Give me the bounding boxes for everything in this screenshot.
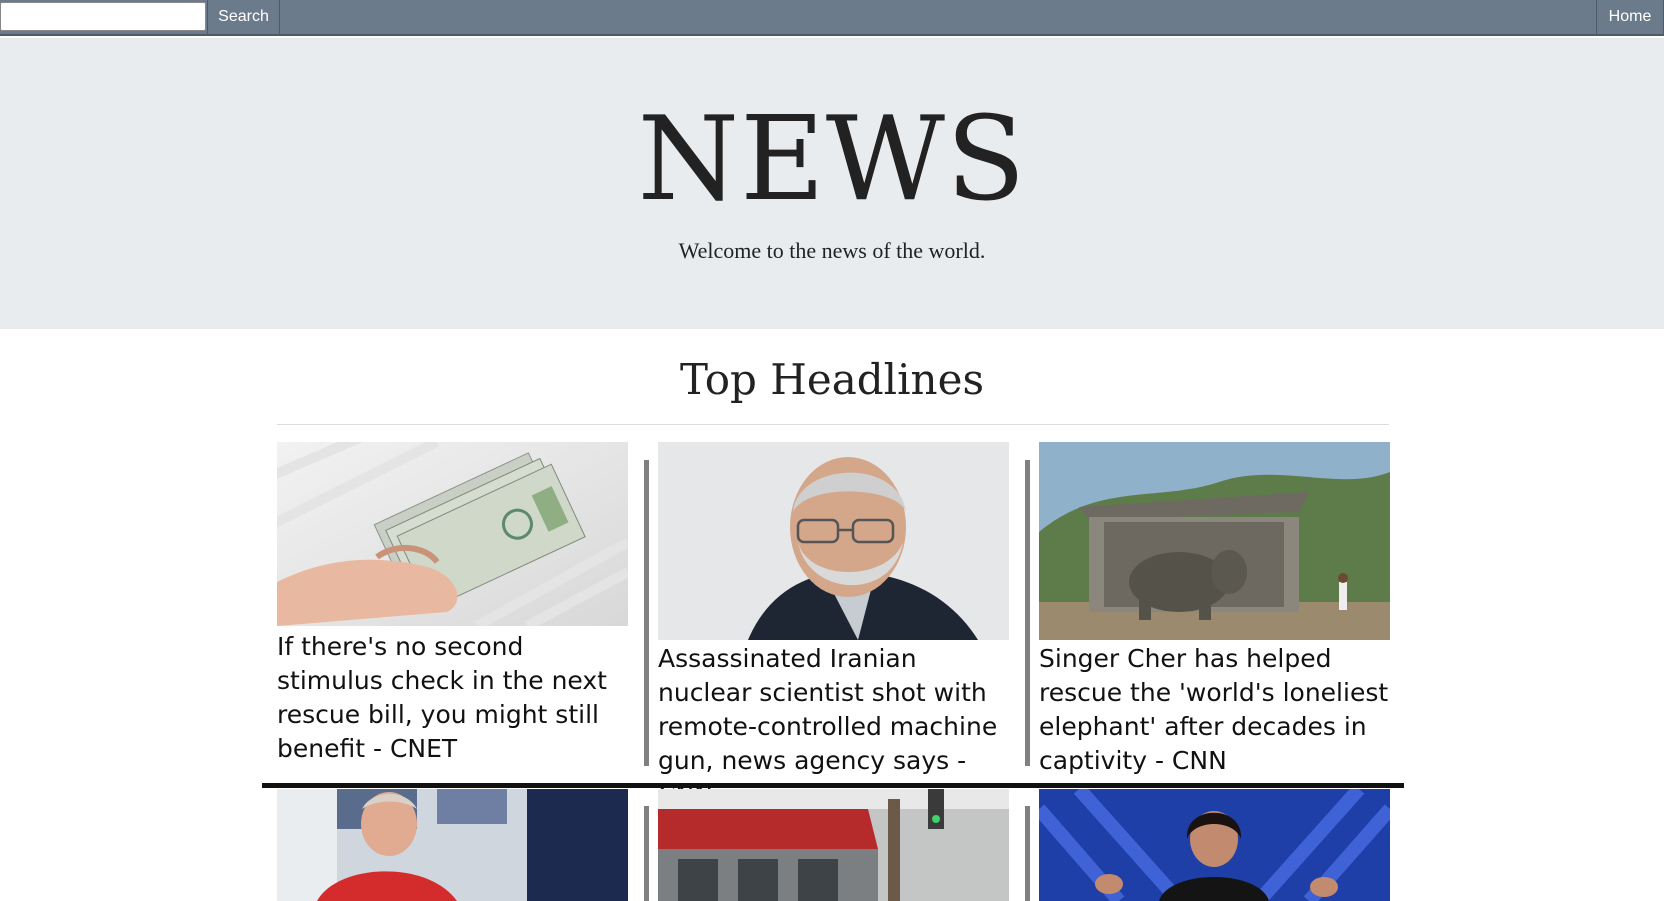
scientist-portrait-photo[interactable] <box>658 442 1009 640</box>
site-subtitle: Welcome to the news of the world. <box>678 238 986 263</box>
home-button[interactable]: Home <box>1596 0 1664 35</box>
article-card[interactable] <box>1039 789 1390 901</box>
article-card[interactable]: Singer Cher has helped rescue the 'world… <box>1039 442 1390 775</box>
storefront-street-photo[interactable] <box>658 789 1009 901</box>
man-red-shirt-photo[interactable] <box>277 789 628 901</box>
article-card[interactable]: If there's no second stimulus check in t… <box>277 442 628 767</box>
cash-in-hand-photo[interactable] <box>277 442 628 626</box>
column-divider <box>644 806 649 901</box>
hero-banner: NEWS Welcome to the news of the world. <box>0 38 1664 329</box>
row-divider <box>262 783 1404 788</box>
article-headline[interactable]: Singer Cher has helped rescue the 'world… <box>1039 642 1390 778</box>
article-headline[interactable]: If there's no second stimulus check in t… <box>277 630 628 766</box>
search-button[interactable]: Search <box>207 0 280 35</box>
section-divider <box>277 424 1389 425</box>
article-card[interactable] <box>658 789 1009 901</box>
elephant-enclosure-photo[interactable] <box>1039 442 1390 640</box>
column-divider <box>644 460 649 766</box>
section-title: Top Headlines <box>679 355 984 404</box>
speaker-stage-photo[interactable] <box>1039 789 1390 901</box>
column-divider <box>1025 460 1030 766</box>
article-card[interactable] <box>277 789 628 901</box>
search-input[interactable] <box>0 2 206 31</box>
column-divider <box>1025 806 1030 901</box>
top-nav-bar: Search Home <box>0 0 1664 36</box>
site-title: NEWS <box>637 92 1027 227</box>
article-card[interactable]: Assassinated Iranian nuclear scientist s… <box>658 442 1009 809</box>
